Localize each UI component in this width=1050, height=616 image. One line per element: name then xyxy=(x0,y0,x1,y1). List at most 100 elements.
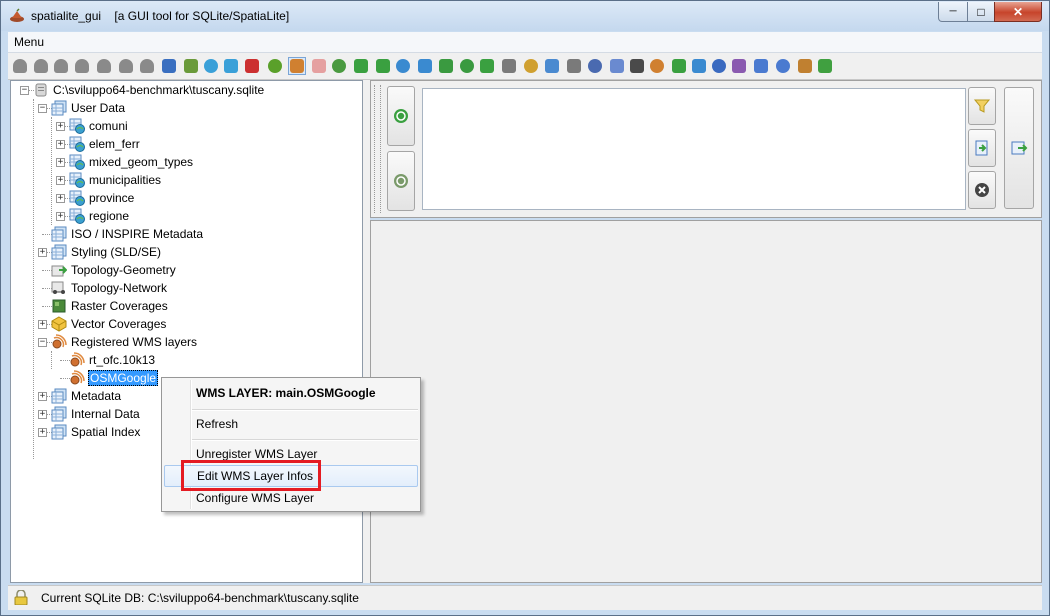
expand-icon[interactable]: + xyxy=(56,212,65,221)
attach-button[interactable] xyxy=(565,57,583,75)
connect-memory-button[interactable] xyxy=(32,57,50,75)
expand-icon[interactable]: + xyxy=(56,140,65,149)
load-xml-button[interactable] xyxy=(478,57,496,75)
memory-db-icon xyxy=(97,59,111,73)
check-duplicates-button[interactable] xyxy=(628,57,646,75)
tree-node-topology-geometry[interactable]: Topology-Geometry xyxy=(51,261,177,279)
tree-node-raster-coverages[interactable]: Raster Coverages xyxy=(51,297,169,315)
tree-node-table-province[interactable]: province xyxy=(69,189,135,207)
expand-icon[interactable]: + xyxy=(38,410,47,419)
charset-button[interactable] xyxy=(752,57,770,75)
tree-node-metadata[interactable]: Metadata xyxy=(51,387,122,405)
tree-node-table-elem-ferr[interactable]: elem_ferr xyxy=(69,135,141,153)
expand-icon[interactable]: + xyxy=(38,392,47,401)
main-toolbar xyxy=(8,53,1042,80)
load-txt-button[interactable] xyxy=(352,57,370,75)
tables-icon xyxy=(51,244,67,260)
tree-node-topology-network[interactable]: Topology-Network xyxy=(51,279,168,297)
load-network-button[interactable] xyxy=(243,57,261,75)
filter-button[interactable] xyxy=(968,87,996,125)
srid-button[interactable] xyxy=(690,57,708,75)
virtual-shapefile-button[interactable] xyxy=(222,57,240,75)
geometry-table-icon xyxy=(69,172,85,188)
tree-node-vector-coverages[interactable]: Vector Coverages xyxy=(51,315,167,333)
tree-node-table-municipalities[interactable]: municipalities xyxy=(69,171,162,189)
exit-button[interactable] xyxy=(816,57,834,75)
expand-icon[interactable]: + xyxy=(56,158,65,167)
connect-button[interactable] xyxy=(11,57,29,75)
tree-node-internal-data[interactable]: Internal Data xyxy=(51,405,141,423)
map-button[interactable] xyxy=(288,57,306,75)
expand-icon[interactable]: + xyxy=(56,176,65,185)
expand-icon[interactable]: + xyxy=(56,122,65,131)
sanitize-button[interactable] xyxy=(310,57,328,75)
vacuum-icon xyxy=(162,59,176,73)
sql-input[interactable] xyxy=(422,88,966,210)
about-button[interactable] xyxy=(796,57,814,75)
import-wfs-button[interactable] xyxy=(500,57,518,75)
vacuum-button[interactable] xyxy=(160,57,178,75)
geometry-button[interactable] xyxy=(710,57,728,75)
collapse-icon[interactable]: − xyxy=(20,86,29,95)
memory-db-button[interactable] xyxy=(95,57,113,75)
tree-node-registered-wms-layers[interactable]: Registered WMS layers xyxy=(51,333,198,351)
import-dxf-button[interactable] xyxy=(522,57,540,75)
tree-node-label: ISO / INSPIRE Metadata xyxy=(71,227,204,241)
load-shapefile-button[interactable] xyxy=(202,57,220,75)
tree-node-wms-layer-osmgoogle[interactable]: OSMGoogle xyxy=(69,369,159,387)
virtual-dbf-button[interactable] xyxy=(416,57,434,75)
tree-node-user-data[interactable]: User Data xyxy=(51,99,126,117)
expand-icon[interactable]: + xyxy=(38,320,47,329)
expand-icon[interactable]: + xyxy=(56,194,65,203)
db-status-button[interactable] xyxy=(608,57,626,75)
virtual-xl-button[interactable] xyxy=(458,57,476,75)
memory-db-save-button[interactable] xyxy=(117,57,135,75)
history-forward-button[interactable] xyxy=(387,151,415,211)
load-xml-icon xyxy=(480,59,494,73)
load-dbf-button[interactable] xyxy=(394,57,412,75)
load-xl-button[interactable] xyxy=(437,57,455,75)
expand-icon[interactable]: + xyxy=(38,428,47,437)
eraser-button[interactable] xyxy=(330,57,348,75)
text-align-button[interactable] xyxy=(648,57,666,75)
tree-node-table-mixed-geom-types[interactable]: mixed_geom_types xyxy=(69,153,194,171)
panel-grip[interactable] xyxy=(374,85,381,213)
execute-sql-button[interactable] xyxy=(1004,87,1034,209)
history-back-button[interactable] xyxy=(387,86,415,146)
sql-script-button[interactable] xyxy=(182,57,200,75)
check-geometry-button[interactable] xyxy=(266,57,284,75)
tree-node-wms-layer-rt-ofc-10k13[interactable]: rt_ofc.10k13 xyxy=(69,351,156,369)
help-button[interactable] xyxy=(774,57,792,75)
tree-node-spatial-index[interactable]: Spatial Index xyxy=(51,423,141,441)
collapse-icon[interactable]: − xyxy=(38,104,47,113)
expand-icon[interactable]: + xyxy=(38,248,47,257)
load-sql-button[interactable] xyxy=(968,129,996,167)
maximize-button[interactable]: □ xyxy=(967,2,995,22)
tree-node-iso-inspire-metadata[interactable]: ISO / INSPIRE Metadata xyxy=(51,225,204,243)
sql-log-button[interactable] xyxy=(586,57,604,75)
minimize-button[interactable]: ─ xyxy=(938,2,968,22)
virtual-csv-button[interactable] xyxy=(374,57,392,75)
memory-db-save-icon xyxy=(119,59,133,73)
close-button[interactable]: ✕ xyxy=(994,2,1042,22)
disconnect-button[interactable] xyxy=(52,57,70,75)
menu-item-menu[interactable]: Menu xyxy=(14,35,44,49)
tree-node-root-database[interactable]: C:\sviluppo64-benchmark\tuscany.sqlite xyxy=(33,81,265,99)
filter-icon xyxy=(973,99,991,113)
clear-button[interactable] xyxy=(968,171,996,209)
memory-db-clone-button[interactable] xyxy=(138,57,156,75)
geometry-table-icon xyxy=(69,208,85,224)
geometry-table-icon xyxy=(69,136,85,152)
tree-node-styling-sld-se[interactable]: Styling (SLD/SE) xyxy=(51,243,162,261)
tree-node-table-regione[interactable]: regione xyxy=(69,207,130,225)
blade-button[interactable] xyxy=(730,57,748,75)
export-button[interactable] xyxy=(543,57,561,75)
collapse-icon[interactable]: − xyxy=(38,338,47,347)
menu-item-refresh[interactable]: Refresh xyxy=(164,413,418,435)
title-bar: spatialite_gui [a GUI tool for SQLite/Sp… xyxy=(1,1,1049,31)
wms-button[interactable] xyxy=(670,57,688,75)
tables-icon xyxy=(51,226,67,242)
create-db-button[interactable] xyxy=(73,57,91,75)
tree-node-table-comuni[interactable]: comuni xyxy=(69,117,129,135)
vector-icon xyxy=(51,316,67,332)
